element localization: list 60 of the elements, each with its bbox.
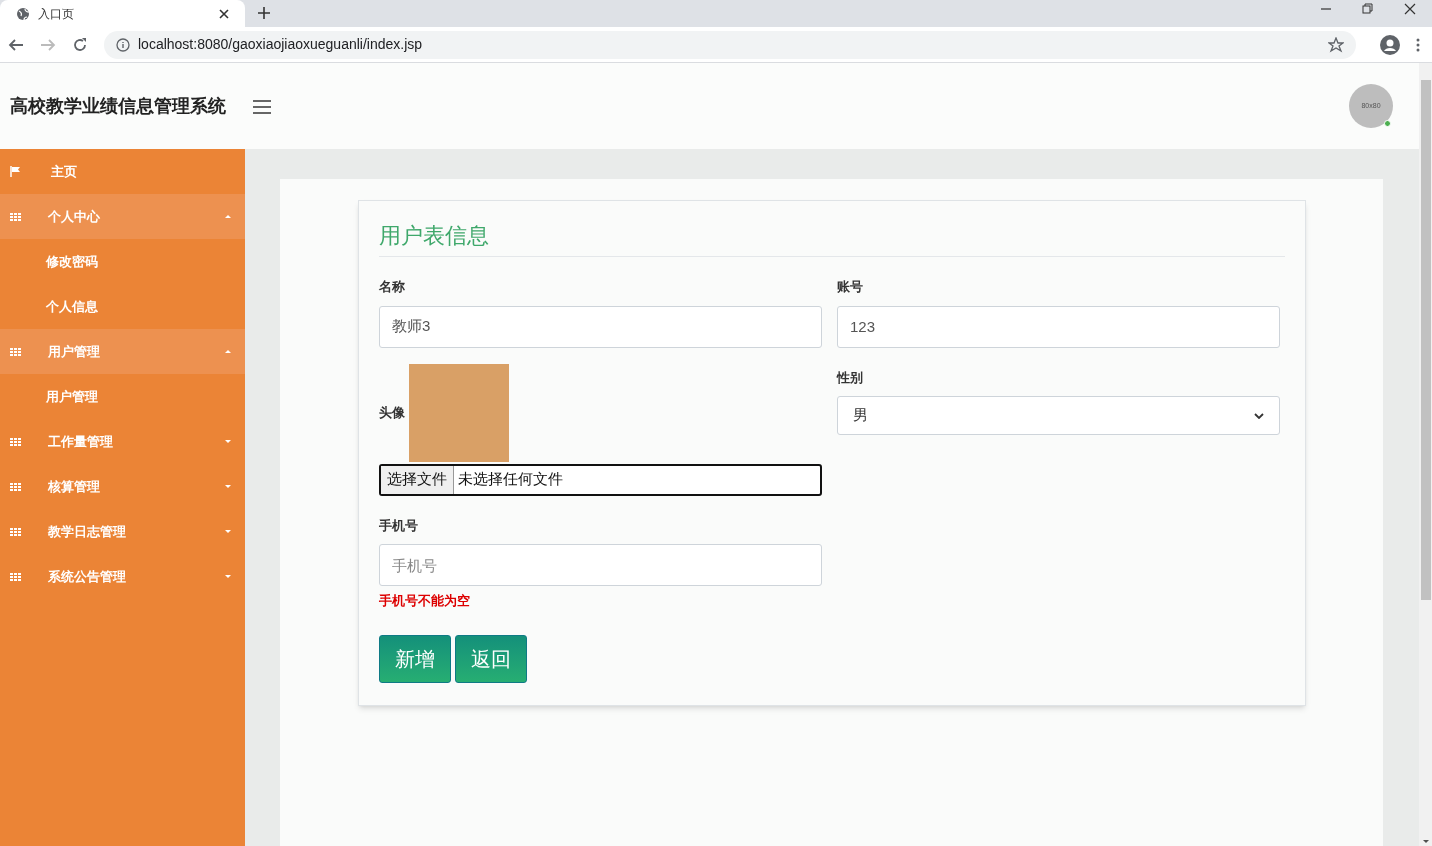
choose-file-button[interactable]: 选择文件 — [381, 465, 454, 494]
sidebar-item[interactable]: 主页 — [0, 149, 245, 194]
file-input[interactable]: 选择文件 未选择任何文件 — [379, 463, 822, 496]
plus-icon[interactable] — [257, 6, 271, 20]
field-label: 性别 — [837, 368, 864, 387]
sidebar-subitem[interactable]: 个人信息 — [0, 284, 245, 329]
input-field[interactable]: 123 — [837, 305, 1280, 348]
sidebar-group[interactable]: 用户管理 — [0, 329, 245, 374]
close-icon[interactable] — [219, 8, 229, 19]
sidebar-group[interactable]: 系统公告管理 — [0, 554, 245, 599]
gender-select[interactable]: 男 — [837, 396, 1280, 435]
grid-icon — [10, 347, 21, 356]
globe-icon — [16, 6, 30, 21]
file-status: 未选择任何文件 — [457, 469, 564, 490]
close-icon[interactable] — [1404, 3, 1416, 15]
scroll-down-icon[interactable] — [1421, 839, 1430, 844]
grid-icon — [10, 212, 21, 221]
chevron-down-icon — [1254, 412, 1264, 419]
field-label: 名称 — [379, 278, 406, 296]
profile-icon[interactable] — [1380, 34, 1400, 55]
reload-icon[interactable] — [72, 36, 88, 53]
form-title: 用户表信息 — [379, 219, 1285, 257]
caret-icon — [225, 439, 231, 444]
more-icon[interactable] — [1416, 37, 1420, 52]
caret-icon — [225, 484, 231, 489]
info-icon — [116, 37, 130, 52]
input-field[interactable]: 教师3 — [379, 305, 822, 348]
sidebar-subitem[interactable]: 修改密码 — [0, 239, 245, 284]
url-text: localhost:8080/gaoxiaojiaoxueguanli/index.jsp — [138, 35, 424, 54]
scrollbar[interactable] — [1419, 63, 1432, 846]
restore-icon[interactable] — [1362, 3, 1374, 15]
scrollbar-thumb[interactable] — [1420, 80, 1431, 600]
caret-icon — [225, 349, 231, 354]
sidebar-subitem[interactable]: 用户管理 — [0, 374, 245, 419]
address-bar[interactable]: localhost:8080/gaoxiaojiaoxueguanli/index.jsp — [104, 30, 1356, 59]
flag-icon — [10, 166, 21, 177]
grid-icon — [10, 527, 21, 536]
browser-tab[interactable]: 入口页 — [0, 0, 245, 27]
caret-icon — [225, 574, 231, 579]
caret-icon — [225, 529, 231, 534]
grid-icon — [10, 482, 21, 491]
field-label: 头像 — [379, 403, 405, 422]
sidebar-group[interactable]: 工作量管理 — [0, 419, 245, 464]
star-icon[interactable] — [1328, 36, 1344, 53]
field-label: 账号 — [837, 278, 864, 296]
form-button[interactable]: 返回 — [455, 634, 527, 683]
sidebar-group[interactable]: 核算管理 — [0, 464, 245, 509]
back-icon[interactable] — [8, 36, 24, 53]
error-message: 手机号不能为空 — [379, 592, 471, 610]
system-title: 高校教学业绩信息管理系统 — [10, 94, 226, 118]
grid-icon — [10, 572, 21, 581]
caret-icon — [225, 214, 231, 219]
sidebar-group[interactable]: 教学日志管理 — [0, 509, 245, 554]
tab-title: 入口页 — [38, 5, 75, 23]
input-field[interactable]: 手机号 — [379, 544, 822, 586]
field-label: 手机号 — [379, 516, 419, 535]
menu-icon[interactable] — [253, 100, 271, 114]
grid-icon — [10, 437, 21, 446]
form-button[interactable]: 新增 — [379, 634, 451, 683]
sidebar-group[interactable]: 个人中心 — [0, 194, 245, 239]
